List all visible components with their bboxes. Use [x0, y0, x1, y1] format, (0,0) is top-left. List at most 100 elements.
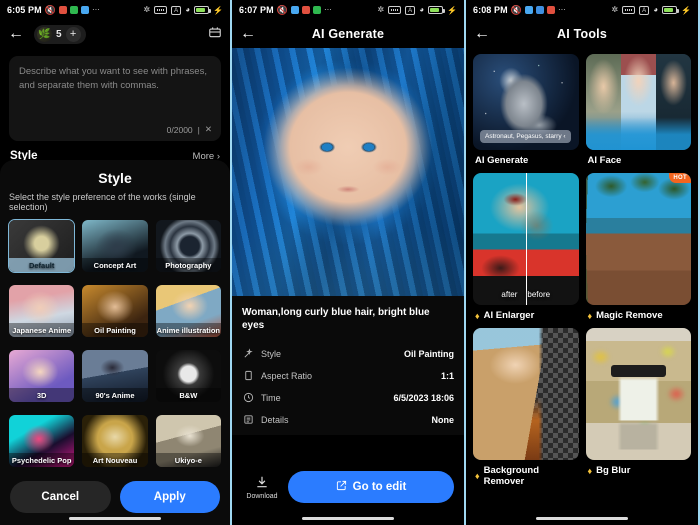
info-row-aspect-ratio: Aspect Ratio 1:1	[242, 365, 454, 387]
info-value: Oil Painting	[403, 349, 454, 359]
details-icon	[242, 414, 255, 427]
info-label: Aspect Ratio	[261, 371, 313, 381]
app-badge-blue	[80, 6, 89, 14]
hot-badge: HOT	[669, 173, 691, 183]
style-label: Anime illustration	[155, 323, 221, 337]
style-label: Oil Painting	[82, 323, 148, 337]
sim-icon: A	[405, 5, 416, 15]
image-info-pane: Woman,long curly blue hair, bright blue …	[232, 296, 464, 435]
leaf-credit-icon: 🌿	[37, 26, 52, 42]
add-credits-button[interactable]: +	[65, 26, 81, 42]
cancel-button[interactable]: Cancel	[10, 481, 111, 513]
style-label: Default	[9, 258, 75, 272]
style-tile-90-s-anime[interactable]: 90's Anime	[81, 349, 148, 403]
bluetooth-icon: ✲	[377, 5, 385, 14]
wifi-icon: ◕	[419, 5, 425, 14]
info-value: None	[431, 415, 455, 425]
app-badge-green	[69, 6, 78, 14]
style-tile-photography[interactable]: Photography	[155, 219, 222, 273]
style-tile-oil-painting[interactable]: Oil Painting	[81, 284, 148, 338]
generated-image[interactable]	[232, 48, 464, 296]
tool-card-magic-remove[interactable]: HOT ♦ Magic Remove	[585, 173, 692, 321]
style-label: Concept Art	[82, 258, 148, 272]
mute-icon: 🔇	[276, 4, 288, 15]
tool-thumbnail	[473, 328, 579, 460]
style-tile-anime-illustration[interactable]: Anime illustration	[155, 284, 222, 338]
three-phone-screenshot-collage: 6:05 PM 🔇 ··· ✲ A ◕ ⚡ ← 🌿 5 + Describe w…	[0, 0, 700, 525]
style-tile-concept-art[interactable]: Concept Art	[81, 219, 148, 273]
subject-cutout	[473, 328, 579, 460]
app-badge-lightblue	[535, 6, 544, 14]
char-counter: 0/2000	[166, 124, 193, 135]
sim-icon: A	[171, 5, 182, 15]
status-left: 6:08 PM 🔇 ···	[473, 5, 566, 16]
download-icon	[255, 475, 269, 491]
style-label: 3D	[9, 388, 75, 402]
style-tile-japanese-anime[interactable]: Japanese Anime	[8, 284, 75, 338]
credits-pill[interactable]: 🌿 5 +	[34, 24, 86, 44]
charging-icon: ⚡	[213, 5, 223, 15]
tool-card-bg-blur[interactable]: ♦ Bg Blur	[585, 328, 691, 487]
sheet-subtitle: Select the style preference of the works…	[9, 192, 196, 212]
tool-label: Magic Remove	[596, 310, 663, 321]
prompt-footer: 0/2000 | ✕	[167, 124, 212, 135]
tool-label: AI Face	[587, 155, 622, 166]
app-badge-blue	[290, 6, 299, 14]
download-label: Download	[246, 492, 278, 500]
app-badge-green	[312, 6, 321, 14]
back-button[interactable]: ←	[8, 26, 24, 42]
clear-icon[interactable]: ✕	[205, 124, 212, 135]
tool-label-row: AI Generate	[473, 150, 579, 166]
tool-thumbnail: after before	[473, 173, 579, 305]
tool-label-row: ♦ Magic Remove	[586, 305, 692, 321]
back-button[interactable]: ←	[240, 26, 256, 42]
before-after-labels: after before	[473, 290, 579, 299]
download-button[interactable]: Download	[242, 475, 282, 500]
style-tile-ukiyo-e[interactable]: Ukiyo-e	[155, 414, 222, 468]
overflow-icon: ···	[323, 5, 332, 14]
style-bottom-sheet: Style Select the style preference of the…	[0, 160, 230, 525]
tools-grid: Astronaut, Pegasus, starry ‹ AI Generate…	[466, 48, 698, 487]
status-bar-result: 6:07 PM 🔇 ··· ✲ A ◕ ⚡	[232, 0, 464, 20]
status-right: ✲ A ◕ ⚡	[611, 5, 691, 15]
prompt-input[interactable]: Describe what you want to see with phras…	[9, 56, 221, 141]
style-tile-default[interactable]: Default	[8, 219, 76, 273]
app-badge-red	[301, 6, 310, 14]
divider: |	[197, 124, 200, 135]
go-to-edit-button[interactable]: Go to edit	[288, 471, 454, 503]
before-after-split[interactable]	[525, 173, 528, 305]
info-value: 6/5/2023 18:06	[393, 393, 454, 403]
home-indicator	[69, 517, 161, 520]
tool-card-ai-enlarger[interactable]: after before ♦ AI Enlarger	[473, 173, 579, 321]
credits-count: 5	[56, 28, 62, 40]
pro-crown-icon: ♦	[587, 465, 593, 476]
style-tile-b-w[interactable]: B&W	[155, 349, 222, 403]
apply-button[interactable]: Apply	[119, 481, 220, 513]
style-tile-3d[interactable]: 3D	[8, 349, 75, 403]
result-prompt-text: Woman,long curly blue hair, bright blue …	[242, 307, 430, 331]
status-left: 6:07 PM 🔇 ···	[239, 5, 332, 16]
info-row-details: Details None	[242, 409, 454, 431]
style-tile-psychedelic-pop[interactable]: Psychedelic Pop	[8, 414, 75, 468]
status-right: ✲ A ◕ ⚡	[143, 5, 223, 15]
tool-card-ai-face[interactable]: AI Face	[585, 54, 692, 166]
charging-icon: ⚡	[447, 5, 457, 15]
style-label: Ukiyo-e	[155, 453, 221, 467]
style-tile-art-nouveau[interactable]: Art Nouveau	[81, 414, 148, 468]
overflow-icon: ···	[557, 5, 566, 14]
tool-label-row: AI Face	[586, 150, 692, 166]
tool-card-background-remover[interactable]: ♦ Background Remover	[473, 328, 579, 487]
wifi-icon: ◕	[185, 5, 191, 14]
before-label: before	[527, 290, 551, 299]
edit-icon	[336, 480, 347, 494]
prompt-placeholder: Describe what you want to see with phras…	[19, 66, 207, 91]
tool-label-row: ♦ AI Enlarger	[473, 305, 579, 321]
gallery-icon[interactable]	[208, 25, 222, 44]
clock-icon	[242, 392, 255, 405]
tool-label: AI Generate	[475, 155, 529, 166]
tool-thumbnail	[585, 328, 691, 460]
tool-card-ai-generate[interactable]: Astronaut, Pegasus, starry ‹ AI Generate	[473, 54, 579, 166]
vpn-icon	[154, 6, 168, 14]
status-bar-tools: 6:08 PM 🔇 ··· ✲ A ◕ ⚡	[466, 0, 698, 20]
back-button[interactable]: ←	[474, 26, 490, 42]
